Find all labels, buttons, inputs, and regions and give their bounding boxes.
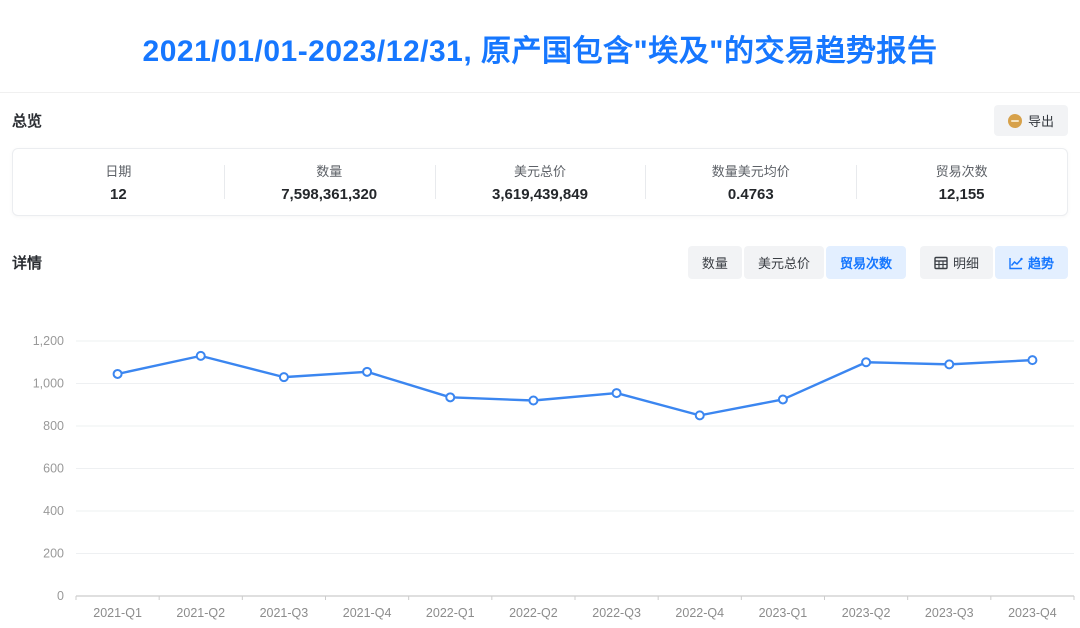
tab-label: 贸易次数 (840, 253, 892, 272)
stat-usd-total: 美元总价 3,619,439,849 (435, 159, 646, 205)
data-point-marker[interactable] (779, 395, 787, 403)
stat-quantity: 数量 7,598,361,320 (224, 159, 435, 205)
x-axis-label: 2022-Q2 (509, 606, 558, 620)
trend-chart-icon (1009, 256, 1023, 270)
metric-tab-group: 数量 美元总价 贸易次数 (688, 246, 906, 279)
x-axis-label: 2022-Q1 (426, 606, 475, 620)
export-button[interactable]: 导出 (994, 105, 1068, 136)
tab-label: 美元总价 (758, 253, 810, 272)
y-axis-label: 600 (43, 462, 64, 476)
data-point-marker[interactable] (696, 411, 704, 419)
page-title: 2021/01/01-2023/12/31, 原产国包含"埃及"的交易趋势报告 (0, 26, 1080, 70)
tab-detail-view[interactable]: 明细 (920, 246, 993, 279)
y-axis-label: 800 (43, 419, 64, 433)
details-tab-groups: 数量 美元总价 贸易次数 (688, 246, 1068, 279)
details-section-header: 详情 数量 美元总价 贸易次数 (0, 234, 1080, 279)
series-line (118, 356, 1033, 416)
stat-label: 贸易次数 (856, 161, 1067, 180)
data-point-marker[interactable] (529, 397, 537, 405)
data-point-marker[interactable] (280, 373, 288, 381)
tab-label: 数量 (702, 253, 728, 272)
trend-chart-container: 0 200 400 600 800 1,000 1,200 2021-Q1 2021-Q2 202… (0, 309, 1080, 628)
stat-value: 12 (13, 186, 224, 203)
details-section-label: 详情 (12, 252, 42, 273)
stat-value: 3,619,439,849 (435, 186, 646, 203)
stat-label: 日期 (13, 161, 224, 180)
x-axis-label: 2022-Q4 (675, 606, 724, 620)
tab-label: 明细 (953, 253, 979, 272)
data-point-marker[interactable] (363, 368, 371, 376)
x-axis-label: 2023-Q3 (925, 606, 974, 620)
overview-section-header: 总览 导出 (0, 93, 1080, 136)
tab-trend-view[interactable]: 趋势 (995, 246, 1068, 279)
x-axis-label: 2021-Q4 (343, 606, 392, 620)
report-title-bar: 2021/01/01-2023/12/31, 原产国包含"埃及"的交易趋势报告 (0, 0, 1080, 70)
stat-value: 7,598,361,320 (224, 186, 435, 203)
stat-trade-count: 贸易次数 12,155 (856, 159, 1067, 205)
tab-trade-count[interactable]: 贸易次数 (826, 246, 906, 279)
stat-value: 0.4763 (645, 186, 856, 203)
data-point-marker[interactable] (114, 370, 122, 378)
trade-trend-report-page: 2021/01/01-2023/12/31, 原产国包含"埃及"的交易趋势报告 … (0, 0, 1080, 628)
tab-label: 趋势 (1028, 253, 1054, 272)
trend-line-chart: 0 200 400 600 800 1,000 1,200 2021-Q1 2021-Q2 202… (0, 309, 1080, 628)
data-point-marker[interactable] (446, 393, 454, 401)
view-tab-group: 明细 趋势 (920, 246, 1068, 279)
data-point-marker[interactable] (945, 360, 953, 368)
y-axis-label: 0 (57, 589, 64, 603)
tab-usd-total[interactable]: 美元总价 (744, 246, 824, 279)
y-axis-label: 1,200 (33, 334, 64, 348)
data-point-marker[interactable] (197, 352, 205, 360)
x-axis-label: 2023-Q4 (1008, 606, 1057, 620)
stat-label: 数量美元均价 (645, 161, 856, 180)
overview-stats-card: 日期 12 数量 7,598,361,320 美元总价 3,619,439,84… (12, 148, 1068, 216)
data-point-marker[interactable] (613, 389, 621, 397)
stat-label: 美元总价 (435, 161, 646, 180)
x-axis-label: 2022-Q3 (592, 606, 641, 620)
tab-quantity[interactable]: 数量 (688, 246, 742, 279)
data-point-marker[interactable] (862, 358, 870, 366)
stat-label: 数量 (224, 161, 435, 180)
stat-date: 日期 12 (13, 159, 224, 205)
y-axis-label: 400 (43, 504, 64, 518)
overview-section-label: 总览 (12, 110, 42, 131)
x-axis-label: 2023-Q1 (759, 606, 808, 620)
x-axis-label: 2023-Q2 (842, 606, 891, 620)
y-axis-label: 200 (43, 547, 64, 561)
export-button-label: 导出 (1028, 111, 1054, 130)
data-point-marker[interactable] (1028, 356, 1036, 364)
stat-avg-usd-price: 数量美元均价 0.4763 (645, 159, 856, 205)
table-icon (934, 256, 948, 270)
stat-value: 12,155 (856, 186, 1067, 203)
y-axis-label: 1,000 (33, 377, 64, 391)
x-axis-label: 2021-Q2 (176, 606, 225, 620)
coin-icon (1008, 114, 1022, 128)
x-axis-label: 2021-Q1 (93, 606, 142, 620)
x-axis-label: 2021-Q3 (260, 606, 309, 620)
